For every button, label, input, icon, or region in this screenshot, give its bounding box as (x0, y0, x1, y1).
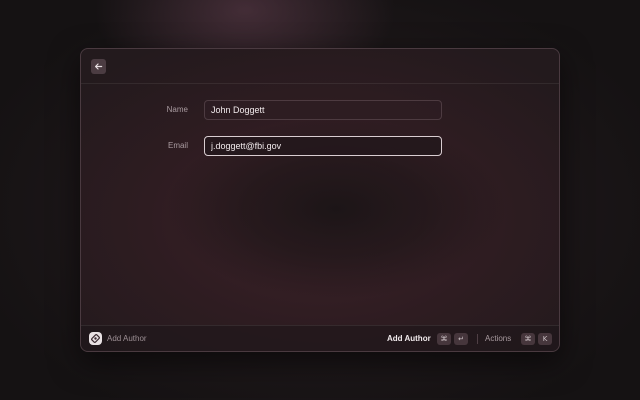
back-button[interactable] (91, 59, 106, 74)
return-key-icon: ↵ (454, 333, 468, 345)
command-key-icon: ⌘ (437, 333, 451, 345)
actions-button[interactable]: Actions (485, 326, 511, 351)
name-field[interactable] (204, 100, 442, 120)
form-window: Name Email Add Author Add Author ⌘ ↵ Act… (80, 48, 560, 352)
command-title: Add Author (107, 334, 147, 343)
top-bar (81, 49, 559, 84)
email-field[interactable] (204, 136, 442, 156)
k-key-icon: K (538, 333, 552, 345)
extension-app-icon (89, 332, 102, 345)
command-key-icon: ⌘ (521, 333, 535, 345)
email-row: Email (81, 136, 559, 156)
name-label: Name (166, 105, 188, 114)
arrow-left-icon (94, 63, 103, 70)
action-bar: Add Author Add Author ⌘ ↵ Actions ⌘ K (81, 325, 559, 351)
add-author-button[interactable]: Add Author (387, 326, 431, 351)
email-label: Email (167, 141, 188, 150)
divider (477, 334, 478, 344)
name-row: Name (81, 100, 559, 120)
